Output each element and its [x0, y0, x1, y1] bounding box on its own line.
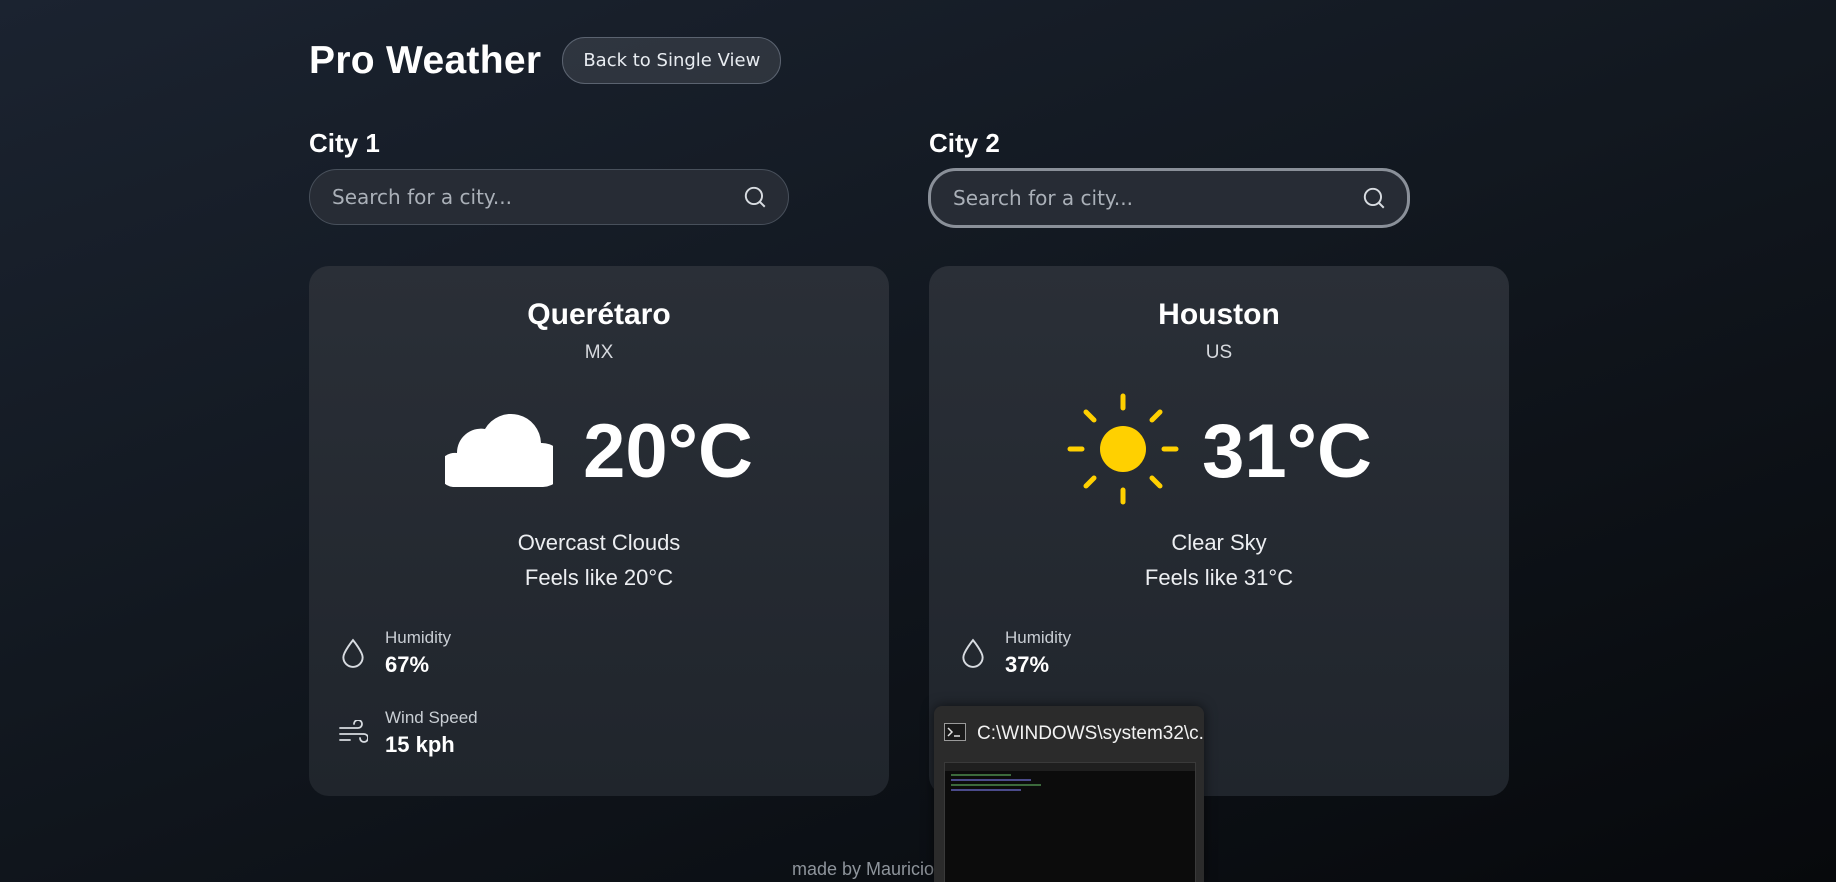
- city-2-search-input[interactable]: [951, 185, 1361, 211]
- preview-window-title: C:\WINDOWS\system32\c...: [977, 723, 1204, 744]
- weather-description: Clear Sky: [1171, 530, 1267, 555]
- temperature: 31°C: [1202, 408, 1372, 494]
- droplet-icon: [957, 637, 989, 669]
- temperature: 20°C: [583, 408, 753, 494]
- terminal-icon: [944, 722, 966, 746]
- city-1-search-box: [309, 169, 789, 225]
- feels-like: Feels like 20°C: [524, 565, 674, 590]
- page-title: Pro Weather: [309, 38, 542, 82]
- sun-icon: [1066, 392, 1180, 511]
- humidity-stat: Humidity 37%: [957, 628, 1071, 678]
- humidity-label: Humidity: [385, 628, 452, 647]
- humidity-value: 67%: [385, 652, 430, 677]
- city-2-label: City 2: [929, 128, 1000, 158]
- header: Pro Weather Back to Single View: [309, 37, 782, 84]
- country-code: US: [1205, 342, 1233, 363]
- city-name: Houston: [1158, 298, 1280, 331]
- humidity-label: Humidity: [1005, 628, 1072, 647]
- humidity-value: 37%: [1005, 652, 1050, 677]
- wind-icon: [337, 717, 369, 749]
- wind-stat: Wind Speed 15 kph: [337, 708, 478, 758]
- search-icon[interactable]: [742, 184, 768, 210]
- search-icon[interactable]: [1361, 185, 1387, 211]
- feels-like: Feels like 31°C: [1144, 565, 1294, 590]
- preview-thumbnail: [944, 762, 1196, 882]
- country-code: MX: [584, 342, 614, 363]
- current-weather: 31°C: [929, 386, 1509, 516]
- humidity-stat: Humidity 67%: [337, 628, 451, 678]
- back-to-single-view-button[interactable]: Back to Single View: [562, 37, 782, 84]
- city-1-label: City 1: [309, 128, 380, 158]
- wind-value: 15 kph: [385, 732, 455, 757]
- footer-credit: made by Mauricio: [792, 859, 935, 879]
- city-1-search-input[interactable]: [330, 184, 742, 210]
- city-name: Querétaro: [527, 298, 671, 331]
- preview-header: C:\WINDOWS\system32\c...: [934, 706, 1204, 762]
- taskbar-window-preview[interactable]: C:\WINDOWS\system32\c...: [934, 706, 1204, 882]
- current-weather: 20°C: [309, 386, 889, 516]
- droplet-icon: [337, 637, 369, 669]
- weather-card-city-1: Querétaro MX 20°C Overcast Clouds Feels …: [309, 266, 889, 796]
- wind-label: Wind Speed: [385, 708, 478, 727]
- weather-description: Overcast Clouds: [517, 530, 681, 555]
- city-2-search-box: [928, 168, 1410, 228]
- cloud-icon: [437, 411, 565, 492]
